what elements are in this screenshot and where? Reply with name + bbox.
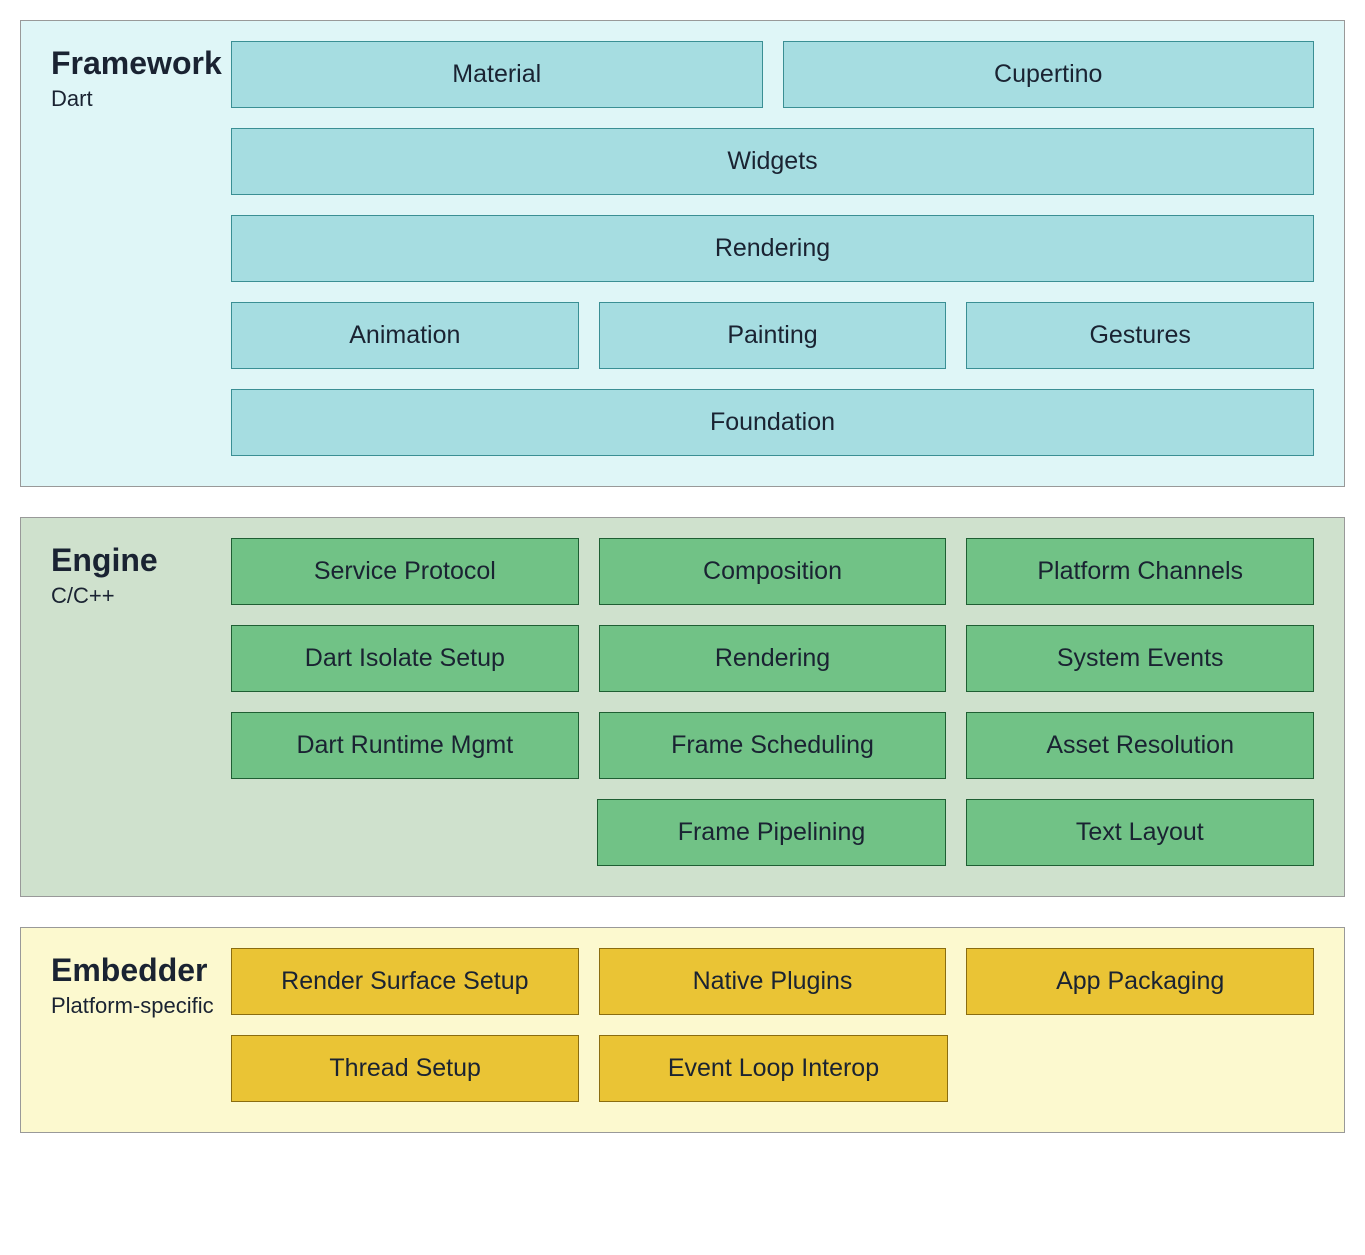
box-platform-channels: Platform Channels — [966, 538, 1314, 605]
section-header: Engine C/C++ — [51, 538, 231, 609]
section-framework: Framework Dart Material Cupertino Widget… — [20, 20, 1345, 487]
box-cupertino: Cupertino — [783, 41, 1315, 108]
box-native-plugins: Native Plugins — [599, 948, 947, 1015]
row: Frame Pipelining Text Layout — [231, 799, 1314, 866]
box-dart-isolate-setup: Dart Isolate Setup — [231, 625, 579, 692]
section-engine: Engine C/C++ Service Protocol Compositio… — [20, 517, 1345, 897]
box-material: Material — [231, 41, 763, 108]
box-composition: Composition — [599, 538, 947, 605]
box-render-surface-setup: Render Surface Setup — [231, 948, 579, 1015]
box-app-packaging: App Packaging — [966, 948, 1314, 1015]
section-title: Framework — [51, 45, 231, 82]
section-title: Engine — [51, 542, 231, 579]
row: Service Protocol Composition Platform Ch… — [231, 538, 1314, 605]
box-frame-scheduling: Frame Scheduling — [599, 712, 947, 779]
box-widgets: Widgets — [231, 128, 1314, 195]
box-system-events: System Events — [966, 625, 1314, 692]
box-empty — [231, 799, 577, 866]
section-embedder: Embedder Platform-specific Render Surfac… — [20, 927, 1345, 1133]
section-body: Material Cupertino Widgets Rendering Ani… — [231, 41, 1314, 456]
section-header: Framework Dart — [51, 41, 231, 112]
section-body: Render Surface Setup Native Plugins App … — [231, 948, 1314, 1102]
section-title: Embedder — [51, 952, 231, 989]
box-event-loop-interop: Event Loop Interop — [599, 1035, 947, 1102]
box-text-layout: Text Layout — [966, 799, 1314, 866]
box-service-protocol: Service Protocol — [231, 538, 579, 605]
section-subtitle: C/C++ — [51, 583, 231, 609]
box-animation: Animation — [231, 302, 579, 369]
section-body: Service Protocol Composition Platform Ch… — [231, 538, 1314, 866]
row: Thread Setup Event Loop Interop — [231, 1035, 1314, 1102]
box-gestures: Gestures — [966, 302, 1314, 369]
row: Foundation — [231, 389, 1314, 456]
box-foundation: Foundation — [231, 389, 1314, 456]
row: Dart Runtime Mgmt Frame Scheduling Asset… — [231, 712, 1314, 779]
box-thread-setup: Thread Setup — [231, 1035, 579, 1102]
box-rendering: Rendering — [599, 625, 947, 692]
row: Widgets — [231, 128, 1314, 195]
box-frame-pipelining: Frame Pipelining — [597, 799, 945, 866]
box-rendering: Rendering — [231, 215, 1314, 282]
row: Render Surface Setup Native Plugins App … — [231, 948, 1314, 1015]
box-dart-runtime-mgmt: Dart Runtime Mgmt — [231, 712, 579, 779]
section-header: Embedder Platform-specific — [51, 948, 231, 1019]
row: Rendering — [231, 215, 1314, 282]
section-subtitle: Platform-specific — [51, 993, 231, 1019]
row: Dart Isolate Setup Rendering System Even… — [231, 625, 1314, 692]
row: Animation Painting Gestures — [231, 302, 1314, 369]
box-asset-resolution: Asset Resolution — [966, 712, 1314, 779]
section-subtitle: Dart — [51, 86, 231, 112]
box-empty — [968, 1035, 1314, 1102]
row: Material Cupertino — [231, 41, 1314, 108]
box-painting: Painting — [599, 302, 947, 369]
